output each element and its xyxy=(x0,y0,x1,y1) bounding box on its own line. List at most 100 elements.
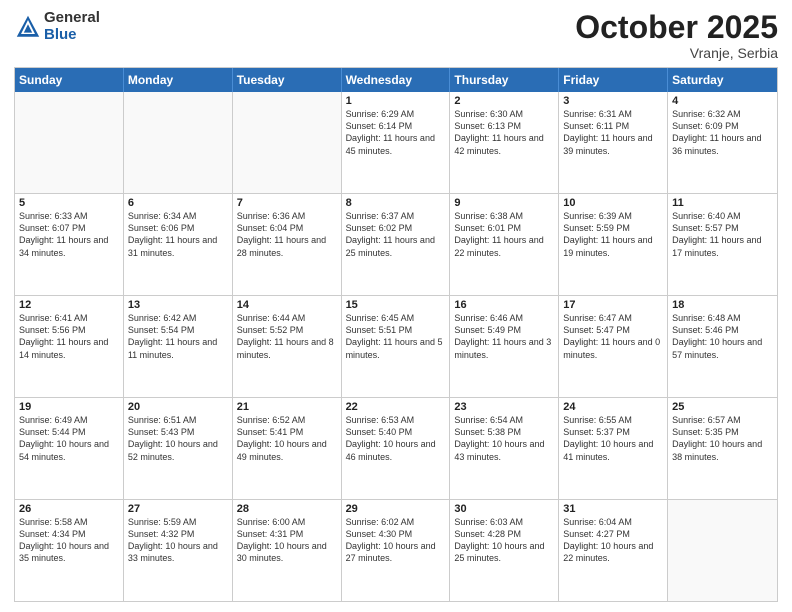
calendar-cell xyxy=(233,92,342,193)
cell-info: Sunrise: 6:31 AMSunset: 6:11 PMDaylight:… xyxy=(563,108,663,157)
col-header-wednesday: Wednesday xyxy=(342,68,451,92)
cell-info: Sunrise: 6:48 AMSunset: 5:46 PMDaylight:… xyxy=(672,312,773,361)
day-number: 15 xyxy=(346,299,446,311)
cell-info: Sunrise: 6:32 AMSunset: 6:09 PMDaylight:… xyxy=(672,108,773,157)
day-number: 10 xyxy=(563,197,663,209)
calendar-cell: 9Sunrise: 6:38 AMSunset: 6:01 PMDaylight… xyxy=(450,194,559,295)
cell-info: Sunrise: 6:02 AMSunset: 4:30 PMDaylight:… xyxy=(346,516,446,565)
cell-info: Sunrise: 6:51 AMSunset: 5:43 PMDaylight:… xyxy=(128,414,228,463)
calendar-cell: 5Sunrise: 6:33 AMSunset: 6:07 PMDaylight… xyxy=(15,194,124,295)
day-number: 17 xyxy=(563,299,663,311)
calendar-cell xyxy=(668,500,777,601)
day-number: 23 xyxy=(454,401,554,413)
calendar-cell: 14Sunrise: 6:44 AMSunset: 5:52 PMDayligh… xyxy=(233,296,342,397)
cell-info: Sunrise: 6:33 AMSunset: 6:07 PMDaylight:… xyxy=(19,210,119,259)
calendar-week-4: 19Sunrise: 6:49 AMSunset: 5:44 PMDayligh… xyxy=(15,397,777,499)
day-number: 12 xyxy=(19,299,119,311)
calendar-cell: 29Sunrise: 6:02 AMSunset: 4:30 PMDayligh… xyxy=(342,500,451,601)
calendar-cell: 26Sunrise: 5:58 AMSunset: 4:34 PMDayligh… xyxy=(15,500,124,601)
title-block: October 2025 Vranje, Serbia xyxy=(575,10,778,61)
cell-info: Sunrise: 6:40 AMSunset: 5:57 PMDaylight:… xyxy=(672,210,773,259)
col-header-thursday: Thursday xyxy=(450,68,559,92)
calendar-cell: 24Sunrise: 6:55 AMSunset: 5:37 PMDayligh… xyxy=(559,398,668,499)
calendar-cell: 1Sunrise: 6:29 AMSunset: 6:14 PMDaylight… xyxy=(342,92,451,193)
month-title: October 2025 xyxy=(575,10,778,45)
calendar-cell: 13Sunrise: 6:42 AMSunset: 5:54 PMDayligh… xyxy=(124,296,233,397)
cell-info: Sunrise: 6:45 AMSunset: 5:51 PMDaylight:… xyxy=(346,312,446,361)
cell-info: Sunrise: 6:46 AMSunset: 5:49 PMDaylight:… xyxy=(454,312,554,361)
calendar-cell: 30Sunrise: 6:03 AMSunset: 4:28 PMDayligh… xyxy=(450,500,559,601)
day-number: 19 xyxy=(19,401,119,413)
logo-general-label: General xyxy=(44,10,100,27)
location-subtitle: Vranje, Serbia xyxy=(575,45,778,61)
cell-info: Sunrise: 6:53 AMSunset: 5:40 PMDaylight:… xyxy=(346,414,446,463)
col-header-sunday: Sunday xyxy=(15,68,124,92)
calendar-cell xyxy=(124,92,233,193)
calendar-week-5: 26Sunrise: 5:58 AMSunset: 4:34 PMDayligh… xyxy=(15,499,777,601)
cell-info: Sunrise: 5:59 AMSunset: 4:32 PMDaylight:… xyxy=(128,516,228,565)
calendar-cell: 10Sunrise: 6:39 AMSunset: 5:59 PMDayligh… xyxy=(559,194,668,295)
calendar-cell: 7Sunrise: 6:36 AMSunset: 6:04 PMDaylight… xyxy=(233,194,342,295)
cell-info: Sunrise: 6:55 AMSunset: 5:37 PMDaylight:… xyxy=(563,414,663,463)
calendar-cell: 21Sunrise: 6:52 AMSunset: 5:41 PMDayligh… xyxy=(233,398,342,499)
day-number: 16 xyxy=(454,299,554,311)
col-header-tuesday: Tuesday xyxy=(233,68,342,92)
calendar-cell: 6Sunrise: 6:34 AMSunset: 6:06 PMDaylight… xyxy=(124,194,233,295)
cell-info: Sunrise: 6:44 AMSunset: 5:52 PMDaylight:… xyxy=(237,312,337,361)
logo: General Blue xyxy=(14,10,100,43)
calendar-cell: 19Sunrise: 6:49 AMSunset: 5:44 PMDayligh… xyxy=(15,398,124,499)
calendar-cell: 2Sunrise: 6:30 AMSunset: 6:13 PMDaylight… xyxy=(450,92,559,193)
calendar-cell: 17Sunrise: 6:47 AMSunset: 5:47 PMDayligh… xyxy=(559,296,668,397)
calendar-header-row: SundayMondayTuesdayWednesdayThursdayFrid… xyxy=(15,68,777,92)
day-number: 1 xyxy=(346,95,446,107)
day-number: 31 xyxy=(563,503,663,515)
page: General Blue October 2025 Vranje, Serbia… xyxy=(0,0,792,612)
cell-info: Sunrise: 6:49 AMSunset: 5:44 PMDaylight:… xyxy=(19,414,119,463)
day-number: 5 xyxy=(19,197,119,209)
calendar-cell: 15Sunrise: 6:45 AMSunset: 5:51 PMDayligh… xyxy=(342,296,451,397)
calendar-cell: 25Sunrise: 6:57 AMSunset: 5:35 PMDayligh… xyxy=(668,398,777,499)
calendar-cell: 8Sunrise: 6:37 AMSunset: 6:02 PMDaylight… xyxy=(342,194,451,295)
day-number: 26 xyxy=(19,503,119,515)
calendar-week-2: 5Sunrise: 6:33 AMSunset: 6:07 PMDaylight… xyxy=(15,193,777,295)
day-number: 9 xyxy=(454,197,554,209)
calendar-body: 1Sunrise: 6:29 AMSunset: 6:14 PMDaylight… xyxy=(15,92,777,601)
day-number: 20 xyxy=(128,401,228,413)
cell-info: Sunrise: 6:38 AMSunset: 6:01 PMDaylight:… xyxy=(454,210,554,259)
logo-text: General Blue xyxy=(44,10,100,43)
cell-info: Sunrise: 6:03 AMSunset: 4:28 PMDaylight:… xyxy=(454,516,554,565)
cell-info: Sunrise: 6:29 AMSunset: 6:14 PMDaylight:… xyxy=(346,108,446,157)
cell-info: Sunrise: 6:30 AMSunset: 6:13 PMDaylight:… xyxy=(454,108,554,157)
calendar-cell: 16Sunrise: 6:46 AMSunset: 5:49 PMDayligh… xyxy=(450,296,559,397)
day-number: 14 xyxy=(237,299,337,311)
day-number: 4 xyxy=(672,95,773,107)
cell-info: Sunrise: 6:00 AMSunset: 4:31 PMDaylight:… xyxy=(237,516,337,565)
calendar-cell: 20Sunrise: 6:51 AMSunset: 5:43 PMDayligh… xyxy=(124,398,233,499)
day-number: 7 xyxy=(237,197,337,209)
calendar-cell: 27Sunrise: 5:59 AMSunset: 4:32 PMDayligh… xyxy=(124,500,233,601)
cell-info: Sunrise: 6:37 AMSunset: 6:02 PMDaylight:… xyxy=(346,210,446,259)
cell-info: Sunrise: 6:54 AMSunset: 5:38 PMDaylight:… xyxy=(454,414,554,463)
day-number: 22 xyxy=(346,401,446,413)
cell-info: Sunrise: 6:52 AMSunset: 5:41 PMDaylight:… xyxy=(237,414,337,463)
day-number: 6 xyxy=(128,197,228,209)
col-header-friday: Friday xyxy=(559,68,668,92)
cell-info: Sunrise: 5:58 AMSunset: 4:34 PMDaylight:… xyxy=(19,516,119,565)
calendar-cell: 31Sunrise: 6:04 AMSunset: 4:27 PMDayligh… xyxy=(559,500,668,601)
day-number: 18 xyxy=(672,299,773,311)
cell-info: Sunrise: 6:34 AMSunset: 6:06 PMDaylight:… xyxy=(128,210,228,259)
cell-info: Sunrise: 6:04 AMSunset: 4:27 PMDaylight:… xyxy=(563,516,663,565)
cell-info: Sunrise: 6:41 AMSunset: 5:56 PMDaylight:… xyxy=(19,312,119,361)
col-header-saturday: Saturday xyxy=(668,68,777,92)
day-number: 8 xyxy=(346,197,446,209)
logo-icon xyxy=(14,13,42,41)
cell-info: Sunrise: 6:57 AMSunset: 5:35 PMDaylight:… xyxy=(672,414,773,463)
cell-info: Sunrise: 6:47 AMSunset: 5:47 PMDaylight:… xyxy=(563,312,663,361)
cell-info: Sunrise: 6:42 AMSunset: 5:54 PMDaylight:… xyxy=(128,312,228,361)
day-number: 13 xyxy=(128,299,228,311)
day-number: 2 xyxy=(454,95,554,107)
calendar-cell: 28Sunrise: 6:00 AMSunset: 4:31 PMDayligh… xyxy=(233,500,342,601)
day-number: 29 xyxy=(346,503,446,515)
day-number: 11 xyxy=(672,197,773,209)
cell-info: Sunrise: 6:39 AMSunset: 5:59 PMDaylight:… xyxy=(563,210,663,259)
